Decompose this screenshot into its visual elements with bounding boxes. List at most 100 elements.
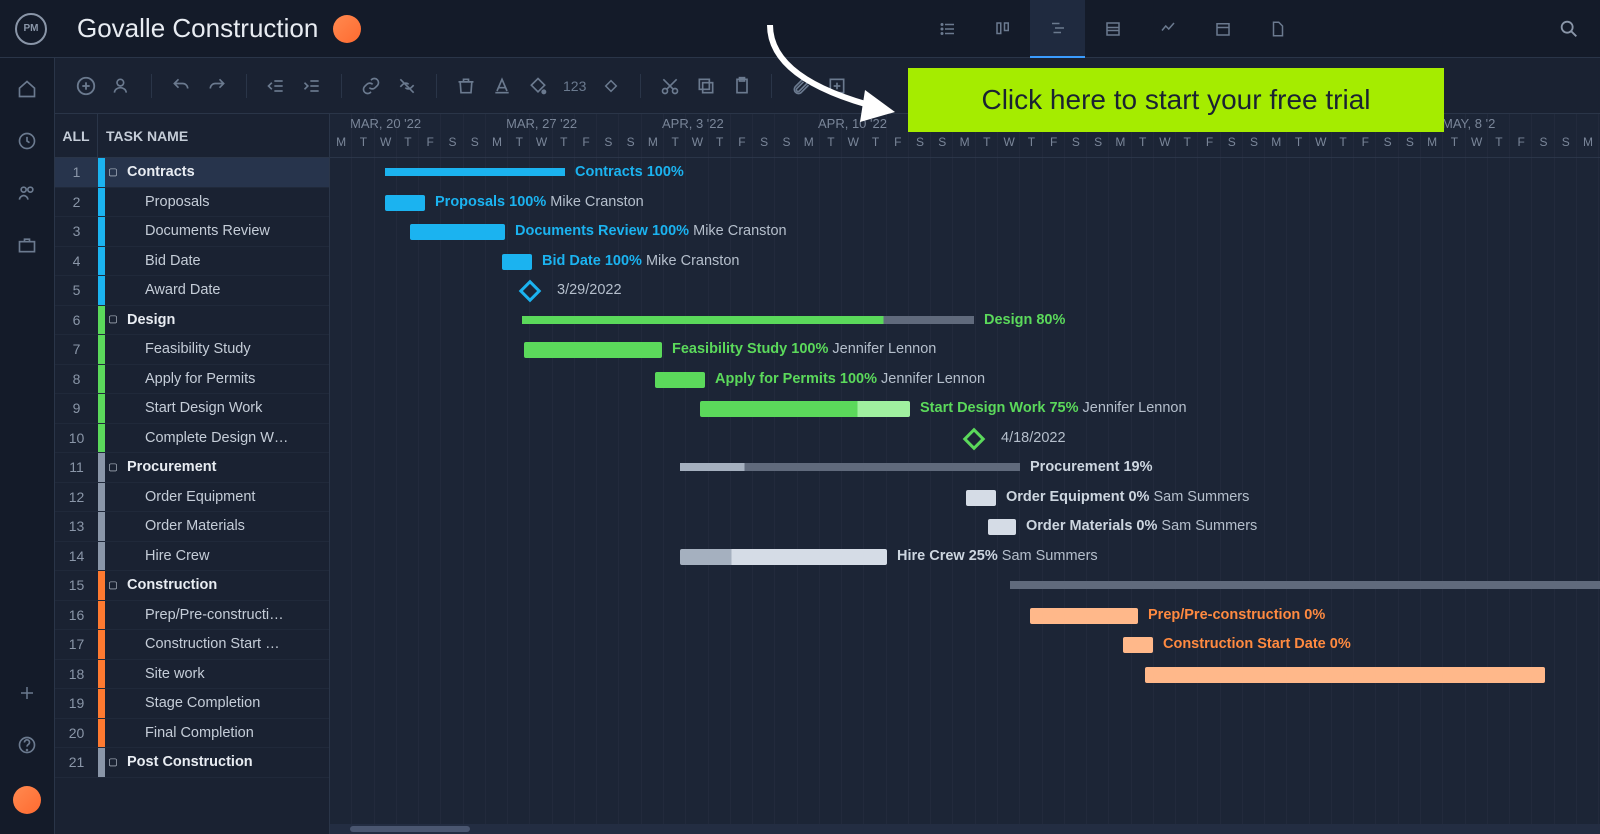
task-name: Order Equipment	[105, 489, 329, 505]
gantt-bar[interactable]	[410, 224, 505, 240]
expand-icon[interactable]: ▢	[105, 314, 121, 325]
paste-icon[interactable]	[731, 75, 753, 97]
gantt-bar[interactable]	[1030, 608, 1138, 624]
indent-icon[interactable]	[301, 75, 323, 97]
task-row[interactable]: 5 Award Date	[55, 276, 329, 306]
task-row[interactable]: 8 Apply for Permits	[55, 365, 329, 395]
link-icon[interactable]	[360, 75, 382, 97]
horizontal-scrollbar[interactable]	[330, 824, 1600, 834]
gantt-bar[interactable]	[524, 342, 662, 358]
gantt-bar[interactable]	[385, 195, 425, 211]
task-row[interactable]: 2 Proposals	[55, 188, 329, 218]
expand-icon[interactable]: ▢	[105, 757, 121, 768]
files-view-tab[interactable]	[1250, 0, 1305, 58]
gantt-row: Prep/Pre-construction 0%	[330, 601, 1600, 631]
cta-arrow-icon	[760, 20, 910, 130]
redo-icon[interactable]	[206, 75, 228, 97]
list-view-tab[interactable]	[920, 0, 975, 58]
task-name: Construction Start …	[105, 636, 329, 652]
task-row[interactable]: 1 ▢ Contracts	[55, 158, 329, 188]
assign-icon[interactable]	[111, 75, 133, 97]
board-view-tab[interactable]	[975, 0, 1030, 58]
column-all[interactable]: ALL	[55, 114, 98, 157]
gantt-bar[interactable]	[680, 463, 1020, 471]
gantt-bar[interactable]	[700, 401, 910, 417]
unlink-icon[interactable]	[396, 75, 418, 97]
timeline-date: APR, 3 '22	[662, 116, 724, 131]
app-logo[interactable]: PM	[15, 13, 47, 45]
dashboard-view-tab[interactable]	[1140, 0, 1195, 58]
expand-icon[interactable]: ▢	[105, 462, 121, 473]
expand-icon[interactable]: ▢	[105, 167, 121, 178]
gantt-bar[interactable]	[502, 254, 532, 270]
sheet-view-tab[interactable]	[1085, 0, 1140, 58]
delete-icon[interactable]	[455, 75, 477, 97]
task-row[interactable]: 21 ▢ Post Construction	[55, 748, 329, 778]
font-icon[interactable]	[491, 75, 513, 97]
gantt-bar[interactable]	[1145, 667, 1545, 683]
briefcase-icon[interactable]	[16, 234, 38, 256]
task-name: Construction	[121, 577, 329, 593]
task-row[interactable]: 4 Bid Date	[55, 247, 329, 277]
task-row[interactable]: 20 Final Completion	[55, 719, 329, 749]
gantt-bar[interactable]	[680, 549, 887, 565]
task-row[interactable]: 14 Hire Crew	[55, 542, 329, 572]
cta-banner[interactable]: Click here to start your free trial	[908, 68, 1444, 132]
timeline-day: M	[953, 135, 975, 155]
help-icon[interactable]	[16, 734, 38, 756]
timeline-date: MAR, 20 '22	[350, 116, 421, 131]
gantt-bar[interactable]	[655, 372, 705, 388]
milestone-icon[interactable]	[963, 427, 986, 450]
gantt-bar[interactable]	[1010, 581, 1600, 589]
calendar-view-tab[interactable]	[1195, 0, 1250, 58]
gantt-bar[interactable]	[988, 519, 1016, 535]
gantt-view-tab[interactable]	[1030, 0, 1085, 58]
task-row[interactable]: 6 ▢ Design	[55, 306, 329, 336]
row-number: 2	[55, 194, 98, 210]
fill-icon[interactable]	[527, 75, 549, 97]
task-row[interactable]: 12 Order Equipment	[55, 483, 329, 513]
timeline-day: W	[1310, 135, 1332, 155]
gantt-row: Feasibility Study 100% Jennifer Lennon	[330, 335, 1600, 365]
expand-icon[interactable]: ▢	[105, 580, 121, 591]
avatar[interactable]	[333, 15, 361, 43]
milestone-icon[interactable]	[600, 75, 622, 97]
task-row[interactable]: 7 Feasibility Study	[55, 335, 329, 365]
task-row[interactable]: 16 Prep/Pre-constructi…	[55, 601, 329, 631]
search-icon[interactable]	[1558, 18, 1580, 40]
task-row[interactable]: 13 Order Materials	[55, 512, 329, 542]
task-row[interactable]: 3 Documents Review	[55, 217, 329, 247]
task-name: Procurement	[121, 459, 329, 475]
row-number: 21	[55, 754, 98, 770]
undo-icon[interactable]	[170, 75, 192, 97]
timeline-day: M	[330, 135, 352, 155]
add-icon[interactable]	[16, 682, 38, 704]
home-icon[interactable]	[16, 78, 38, 100]
copy-icon[interactable]	[695, 75, 717, 97]
milestone-icon[interactable]	[519, 280, 542, 303]
gantt-row: Order Materials 0% Sam Summers	[330, 512, 1600, 542]
gantt-bar[interactable]	[522, 316, 974, 324]
timeline-day: S	[1221, 135, 1243, 155]
gantt-bar[interactable]	[385, 168, 565, 176]
user-avatar[interactable]	[13, 786, 41, 814]
milestone-label: 3/29/2022	[557, 282, 622, 298]
cut-icon[interactable]	[659, 75, 681, 97]
task-row[interactable]: 9 Start Design Work	[55, 394, 329, 424]
task-row[interactable]: 10 Complete Design W…	[55, 424, 329, 454]
gantt-bar[interactable]	[966, 490, 996, 506]
timeline-day: S	[464, 135, 486, 155]
gantt-bar[interactable]	[1123, 637, 1153, 653]
task-grid: 1 ▢ Contracts 2 Proposals 3 Documents Re…	[55, 158, 330, 834]
scrollbar-thumb[interactable]	[350, 826, 470, 832]
task-row[interactable]: 18 Site work	[55, 660, 329, 690]
column-task-name[interactable]: TASK NAME	[98, 114, 329, 157]
people-icon[interactable]	[16, 182, 38, 204]
outdent-icon[interactable]	[265, 75, 287, 97]
recent-icon[interactable]	[16, 130, 38, 152]
add-task-icon[interactable]	[75, 75, 97, 97]
task-row[interactable]: 15 ▢ Construction	[55, 571, 329, 601]
task-row[interactable]: 19 Stage Completion	[55, 689, 329, 719]
task-row[interactable]: 17 Construction Start …	[55, 630, 329, 660]
task-row[interactable]: 11 ▢ Procurement	[55, 453, 329, 483]
